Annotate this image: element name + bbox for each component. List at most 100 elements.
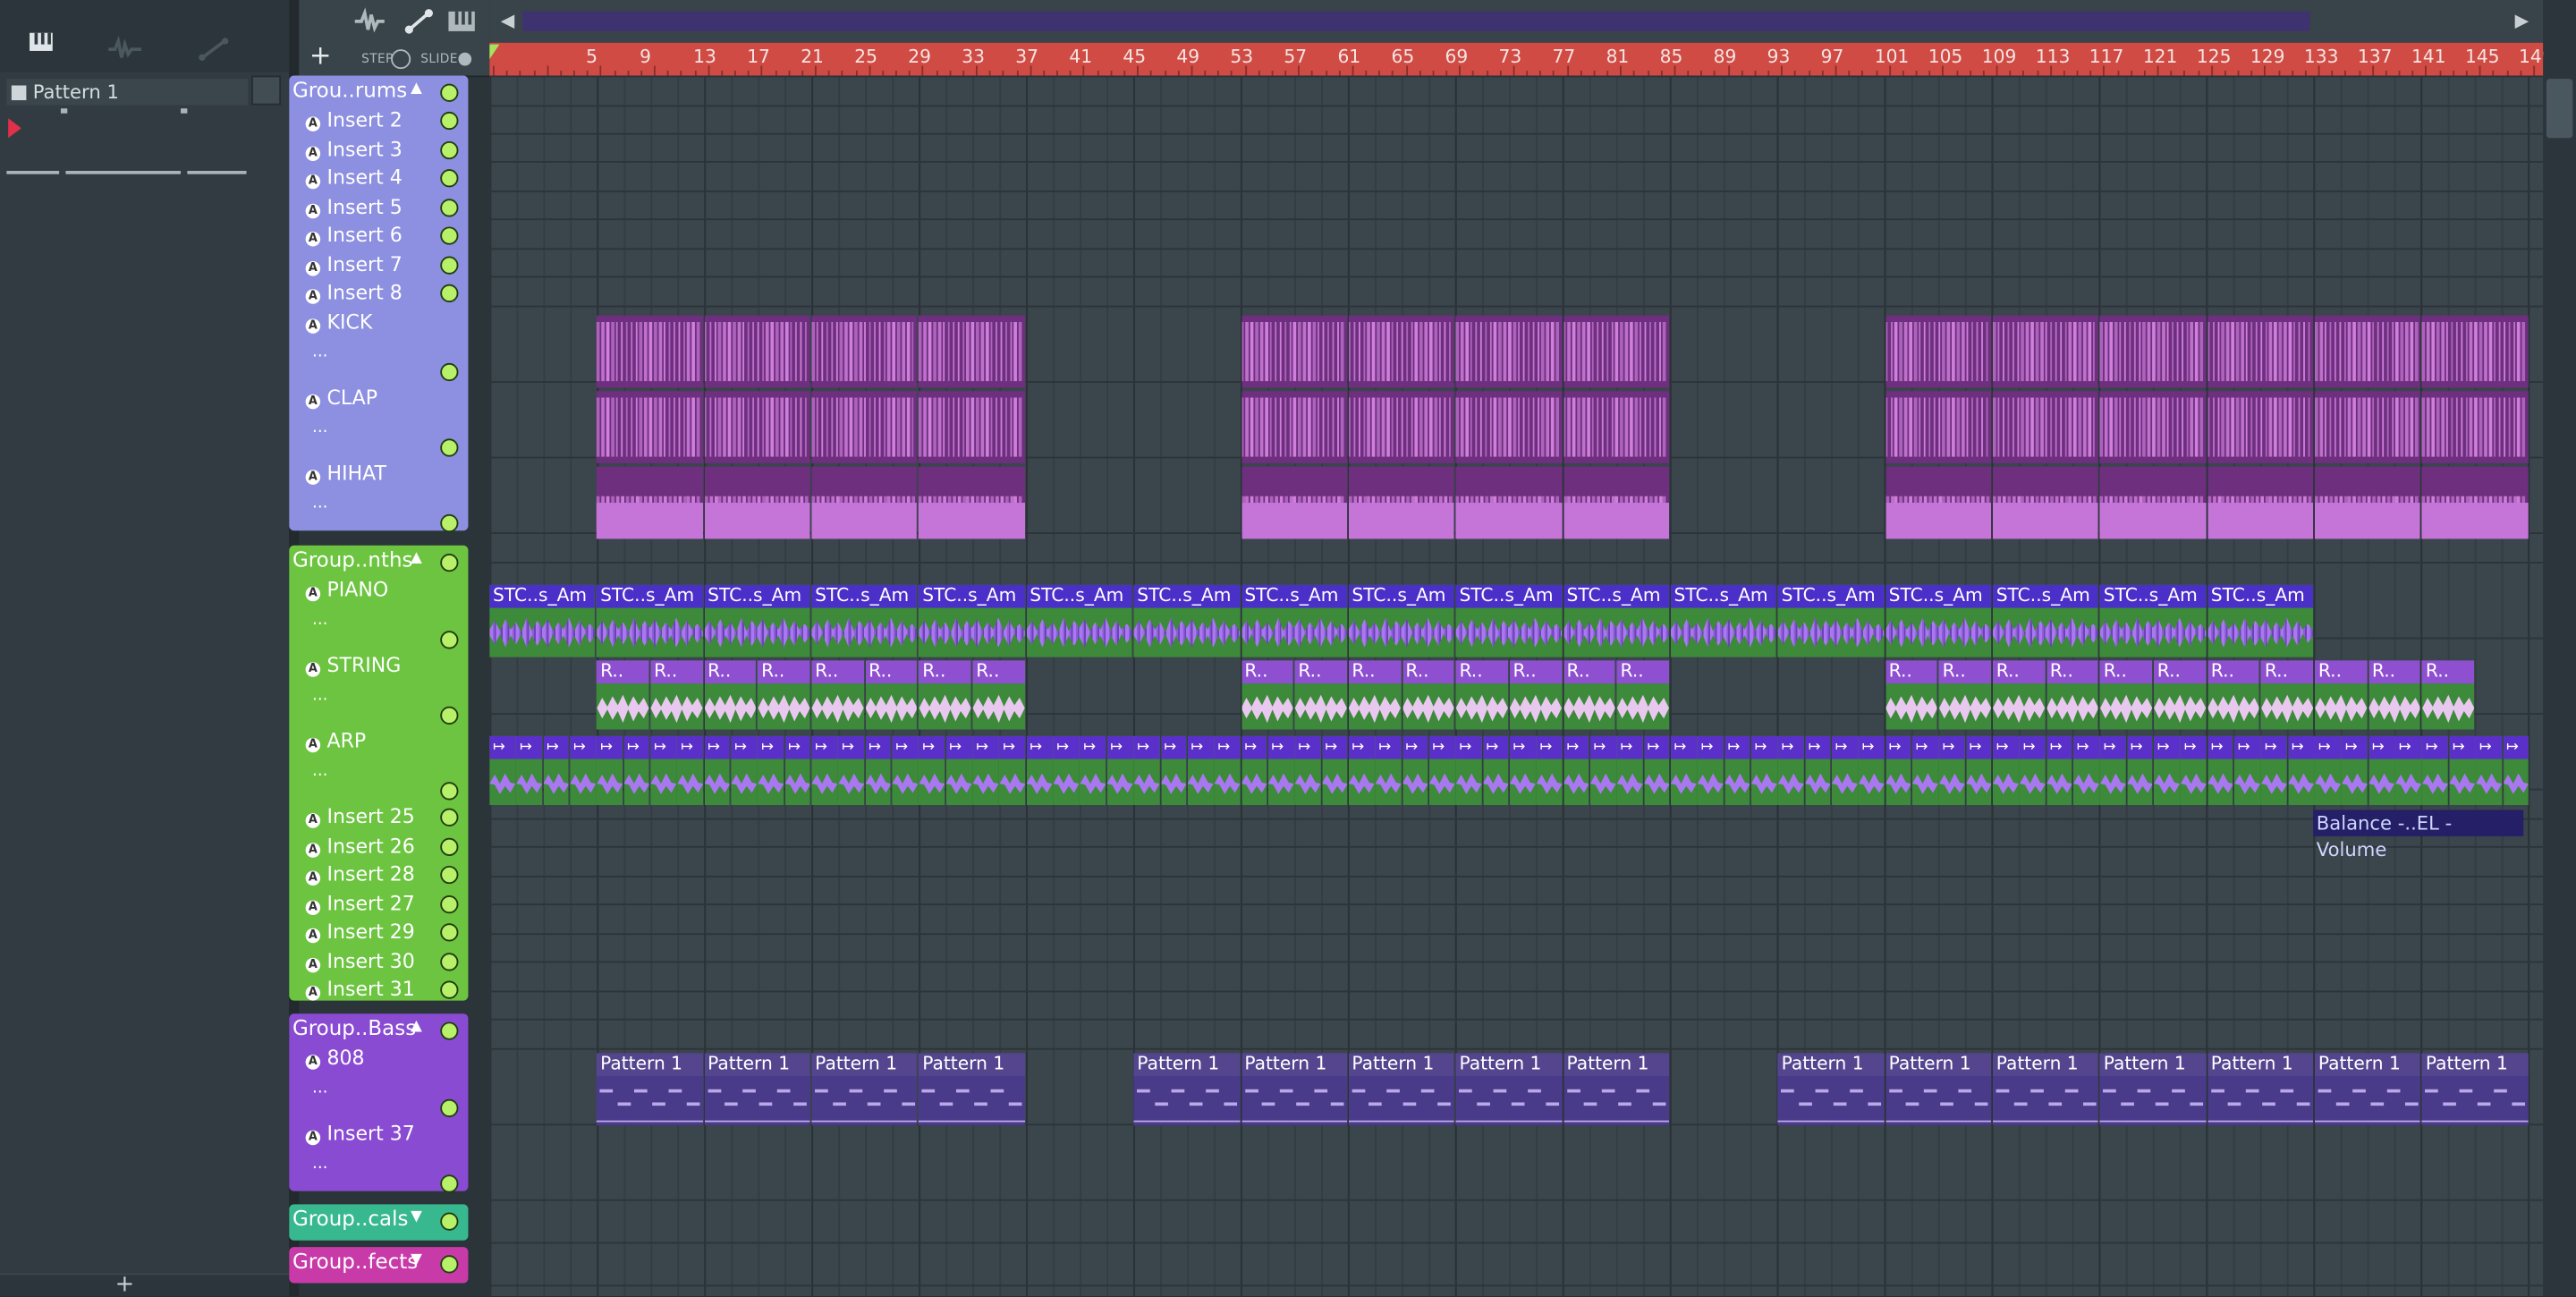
drum-clip[interactable] bbox=[1993, 466, 2099, 539]
arp-audio-clip[interactable]: ↦ bbox=[1536, 735, 1563, 806]
drum-clip[interactable] bbox=[919, 315, 1025, 388]
arp-audio-clip[interactable]: ↦ bbox=[1375, 735, 1402, 806]
drum-clip[interactable] bbox=[1993, 315, 2099, 388]
track-arm-icon[interactable]: A bbox=[305, 145, 321, 161]
track-mute-led[interactable] bbox=[440, 808, 459, 827]
piano-audio-clip[interactable]: STC..s_Am bbox=[919, 584, 1025, 657]
string-audio-clip[interactable]: R.. bbox=[2422, 660, 2475, 730]
track-arm-icon[interactable]: A bbox=[305, 956, 321, 972]
track-arm-icon[interactable]: A bbox=[305, 986, 321, 1001]
add-track-button[interactable]: + bbox=[302, 39, 338, 72]
track-arm-icon[interactable]: A bbox=[305, 174, 321, 190]
scroll-right-icon[interactable]: ▶ bbox=[2507, 6, 2537, 36]
string-audio-clip[interactable]: R.. bbox=[2046, 660, 2099, 730]
arp-audio-clip[interactable]: ↦ bbox=[1267, 735, 1294, 806]
drum-clip[interactable] bbox=[597, 466, 703, 539]
piano-audio-clip[interactable]: STC..s_Am bbox=[1348, 584, 1454, 657]
track-mute-led[interactable] bbox=[440, 1098, 459, 1117]
string-audio-clip[interactable]: R.. bbox=[650, 660, 703, 730]
drum-clip[interactable] bbox=[2100, 315, 2207, 388]
track-name[interactable]: A 808 bbox=[305, 1047, 365, 1070]
track-mute-led[interactable] bbox=[440, 836, 459, 856]
track-arm-icon[interactable]: A bbox=[305, 116, 321, 131]
piano-audio-clip[interactable]: STC..s_Am bbox=[2100, 584, 2207, 657]
track-name[interactable]: A Insert 29 bbox=[305, 920, 415, 944]
pattern-clip[interactable]: Pattern 1 bbox=[811, 1053, 918, 1126]
arp-audio-clip[interactable]: ↦ bbox=[704, 735, 731, 806]
piano-audio-clip[interactable]: STC..s_Am bbox=[704, 584, 810, 657]
track-mute-led[interactable] bbox=[440, 140, 459, 159]
arp-audio-clip[interactable]: ↦ bbox=[570, 735, 597, 806]
string-audio-clip[interactable]: R.. bbox=[1455, 660, 1508, 730]
arp-audio-clip[interactable]: ↦ bbox=[1724, 735, 1750, 806]
arp-audio-clip[interactable]: ↦ bbox=[1214, 735, 1241, 806]
collapse-caret-icon[interactable]: ▲ bbox=[411, 550, 422, 566]
arp-audio-clip[interactable]: ↦ bbox=[1670, 735, 1697, 806]
track-arm-icon[interactable]: A bbox=[305, 870, 321, 886]
pattern-clip[interactable]: Pattern 1 bbox=[2207, 1053, 2314, 1126]
arp-audio-clip[interactable]: ↦ bbox=[1187, 735, 1214, 806]
track-mute-led[interactable] bbox=[440, 865, 459, 885]
drum-clip[interactable] bbox=[2207, 391, 2314, 463]
automation-clip-icon[interactable] bbox=[197, 36, 230, 62]
arp-audio-clip[interactable]: ↦ bbox=[2046, 735, 2072, 806]
track-name[interactable]: A Insert 28 bbox=[305, 862, 415, 886]
track-arm-icon[interactable]: A bbox=[305, 1130, 321, 1146]
arp-audio-clip[interactable]: ↦ bbox=[972, 735, 999, 806]
drum-clip[interactable] bbox=[1348, 391, 1454, 463]
piano-audio-clip[interactable]: STC..s_Am bbox=[1026, 584, 1132, 657]
arp-audio-clip[interactable]: ↦ bbox=[1080, 735, 1106, 806]
piano-roll-icon[interactable] bbox=[23, 30, 63, 55]
arp-audio-clip[interactable]: ↦ bbox=[919, 735, 945, 806]
arp-audio-clip[interactable]: ↦ bbox=[999, 735, 1026, 806]
arp-audio-clip[interactable]: ↦ bbox=[489, 735, 516, 806]
track-arm-icon[interactable]: A bbox=[305, 813, 321, 828]
track-mute-led[interactable] bbox=[440, 513, 459, 532]
track-mute-led[interactable] bbox=[440, 226, 459, 245]
string-audio-clip[interactable]: R.. bbox=[865, 660, 918, 730]
arp-audio-clip[interactable]: ↦ bbox=[623, 735, 650, 806]
string-audio-clip[interactable]: R.. bbox=[2207, 660, 2260, 730]
arp-audio-clip[interactable]: ↦ bbox=[2207, 735, 2234, 806]
arp-audio-clip[interactable]: ↦ bbox=[2476, 735, 2503, 806]
string-audio-clip[interactable]: R.. bbox=[1885, 660, 1938, 730]
arp-audio-clip[interactable]: ↦ bbox=[1402, 735, 1428, 806]
drum-clip[interactable] bbox=[704, 466, 810, 539]
group-mute-led[interactable] bbox=[440, 1255, 459, 1274]
arp-audio-clip[interactable]: ↦ bbox=[1911, 735, 1938, 806]
arp-audio-clip[interactable]: ↦ bbox=[2100, 735, 2126, 806]
track-arm-icon[interactable]: A bbox=[305, 737, 321, 753]
drum-clip[interactable] bbox=[1348, 466, 1454, 539]
arp-audio-clip[interactable]: ↦ bbox=[1616, 735, 1643, 806]
drum-clip[interactable] bbox=[2422, 391, 2529, 463]
piano-audio-clip[interactable]: STC..s_Am bbox=[1133, 584, 1240, 657]
string-audio-clip[interactable]: R.. bbox=[811, 660, 864, 730]
track-arm-icon[interactable]: A bbox=[305, 260, 321, 276]
arp-audio-clip[interactable]: ↦ bbox=[677, 735, 704, 806]
track-arm-icon[interactable]: A bbox=[305, 662, 321, 677]
arp-audio-clip[interactable]: ↦ bbox=[945, 735, 972, 806]
track-arm-icon[interactable]: A bbox=[305, 318, 321, 333]
arp-audio-clip[interactable]: ↦ bbox=[1965, 735, 1992, 806]
pattern-clip[interactable]: Pattern 1 bbox=[1563, 1053, 1670, 1126]
drum-clip[interactable] bbox=[1455, 391, 1562, 463]
piano-audio-clip[interactable]: STC..s_Am bbox=[1993, 584, 2099, 657]
pattern-clip[interactable]: Pattern 1 bbox=[1241, 1053, 1347, 1126]
drum-clip[interactable] bbox=[1241, 391, 1347, 463]
string-audio-clip[interactable]: R.. bbox=[1294, 660, 1347, 730]
arp-audio-clip[interactable]: ↦ bbox=[811, 735, 838, 806]
arp-audio-clip[interactable]: ↦ bbox=[2503, 735, 2529, 806]
arp-audio-clip[interactable]: ↦ bbox=[1133, 735, 1160, 806]
track-name[interactable]: A KICK bbox=[305, 309, 372, 333]
track-name[interactable]: A PIANO bbox=[305, 579, 388, 602]
arp-audio-clip[interactable]: ↦ bbox=[1160, 735, 1187, 806]
track-name[interactable]: A Insert 26 bbox=[305, 834, 415, 857]
track-arm-icon[interactable]: A bbox=[305, 842, 321, 857]
string-audio-clip[interactable]: R.. bbox=[2261, 660, 2314, 730]
add-pattern-button[interactable]: + bbox=[115, 1272, 135, 1297]
track-name[interactable]: A Insert 30 bbox=[305, 949, 415, 972]
arp-audio-clip[interactable]: ↦ bbox=[2288, 735, 2315, 806]
track-name[interactable]: A STRING bbox=[305, 654, 401, 677]
slide-toggle[interactable] bbox=[458, 52, 472, 66]
arp-audio-clip[interactable]: ↦ bbox=[1428, 735, 1455, 806]
